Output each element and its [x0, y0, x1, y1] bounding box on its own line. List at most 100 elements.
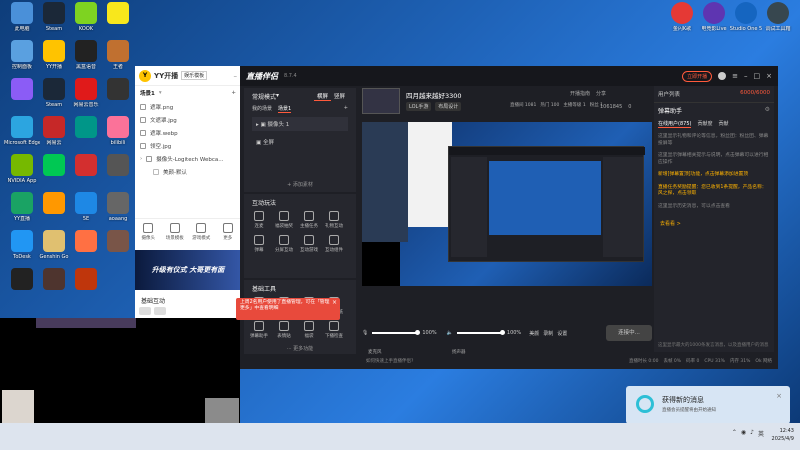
source-item[interactable]: 文遮罩.jpg [135, 113, 241, 126]
tab-scene-1[interactable]: 场景1 [278, 105, 292, 113]
source-item[interactable]: 遮罩.png [135, 100, 241, 113]
network-icon[interactable]: ◉ [741, 429, 746, 438]
desktop-icon[interactable]: 此电脑 [4, 2, 40, 32]
minimize-icon[interactable]: – [744, 72, 748, 80]
avatar[interactable] [718, 72, 727, 80]
desktop-icon[interactable] [68, 268, 104, 292]
desktop-icon[interactable]: Microsoft Edge [4, 116, 40, 146]
add-source-button[interactable]: + 添加素材 [244, 181, 356, 188]
source-item[interactable]: ▸ ▣ 摄像头 1 [252, 117, 348, 131]
desktop-icon[interactable]: bilibili [100, 116, 136, 146]
desktop-icon[interactable]: YY开播 [36, 40, 72, 70]
cover-thumbnail[interactable] [362, 88, 400, 114]
speaker-icon[interactable]: 🔈 [447, 330, 453, 336]
tool-button[interactable]: 弹幕 [250, 235, 268, 253]
yy-tool-button[interactable]: 摄像头 [139, 223, 157, 246]
yy-tool-button[interactable]: 场景模板 [166, 223, 184, 246]
yy-mode[interactable]: 娱乐模板 [181, 71, 208, 80]
desktop-icon[interactable]: 黑盒语音 [68, 40, 104, 70]
desktop-icon[interactable] [100, 2, 136, 26]
desktop-icon[interactable]: aoaang [100, 192, 136, 222]
desktop-icon[interactable] [68, 116, 104, 140]
desktop-icon[interactable] [36, 192, 72, 216]
desktop-icon[interactable] [4, 78, 40, 102]
desktop-icon[interactable] [36, 154, 72, 178]
desktop-icon[interactable] [100, 154, 136, 178]
share-link[interactable]: 分享 [596, 90, 606, 97]
start-live-button[interactable]: 连接中... [606, 325, 652, 341]
vote-icon[interactable] [154, 307, 166, 315]
desktop-icon[interactable]: Steam [36, 78, 72, 108]
desktop-icon[interactable]: YY直播 [4, 192, 40, 222]
more-tools-button[interactable]: ··· 更多功能 [244, 345, 356, 352]
check-icon[interactable] [140, 129, 146, 136]
close-icon[interactable]: × [332, 300, 337, 306]
tool-button[interactable]: 表情贴 [275, 321, 293, 339]
menu-icon[interactable]: ≡ [732, 72, 738, 80]
tab-contribution[interactable]: 贡献度 [697, 120, 712, 128]
desktop-icon[interactable]: 控制面板 [4, 40, 40, 70]
desktop-icon[interactable] [100, 78, 136, 102]
volume-icon[interactable]: ♪ [750, 429, 754, 438]
minimize-icon[interactable]: – [234, 72, 238, 80]
desktop-icon[interactable] [68, 230, 104, 254]
tool-button[interactable]: 互动组件 [325, 235, 343, 253]
desktop-icon[interactable]: Genshin Go [36, 230, 72, 260]
check-icon[interactable] [146, 155, 153, 162]
tool-button[interactable]: 分屏互动 [275, 235, 293, 253]
desktop-icon[interactable]: Steam [36, 2, 72, 32]
desktop-icon[interactable] [4, 268, 40, 292]
mic-slider[interactable] [372, 330, 421, 335]
beauty-button[interactable]: 美颜 [529, 330, 539, 337]
desktop-icon[interactable]: Studio One 5 [728, 2, 764, 32]
source-item-camera[interactable]: › 摄像头-Logitech Webca... [135, 152, 241, 165]
promo-banner[interactable]: 升级有仪式 大哥更有面 [135, 250, 241, 290]
desktop-icon[interactable]: KOOK [68, 2, 104, 32]
live-title[interactable]: 四月越来越好3300 [406, 90, 462, 100]
desktop-icon[interactable]: 网易云 [36, 116, 72, 146]
tool-button[interactable]: 下播检查 [325, 321, 343, 339]
mode-select[interactable]: 常规模式 [252, 92, 276, 101]
source-item[interactable]: 领空.jpg [135, 139, 241, 152]
help-link[interactable]: 如何快速上手直播伴侣? [366, 358, 413, 364]
check-icon[interactable] [140, 142, 146, 149]
source-item[interactable]: 遮罩.webp [135, 126, 241, 139]
desktop-icon[interactable]: ToDesk [4, 230, 40, 260]
settings-icon[interactable]: ⚙ [765, 106, 770, 115]
desktop-icon[interactable]: 王者 [100, 40, 136, 70]
check-icon[interactable] [140, 103, 146, 110]
tab-landscape[interactable]: 横屏 [313, 92, 331, 101]
tool-button[interactable]: 福袋 [300, 321, 318, 339]
chat-link[interactable]: 去看看 > [654, 220, 774, 227]
speaker-slider[interactable] [456, 330, 505, 335]
desktop-icon[interactable]: 电竞影Live [696, 2, 732, 32]
chat-input[interactable]: 这里显示最大的1000条发言消息，以及直播用户的消息 [658, 342, 770, 348]
tool-button[interactable]: 礼物互动 [325, 211, 343, 229]
tool-button[interactable]: 弹幕助手 [250, 321, 268, 339]
layout-tag[interactable]: 布局设计 [435, 102, 462, 111]
category-tag[interactable]: LOL手游 [406, 102, 432, 111]
tab-online[interactable]: 在线用户(875) [658, 120, 692, 128]
tool-button[interactable]: 福袋抽奖 [275, 211, 293, 229]
gift-icon[interactable] [139, 307, 151, 315]
add-scene-button[interactable]: + [344, 105, 348, 113]
source-item-beauty[interactable]: 美颜-默认 [135, 165, 241, 178]
desktop-icon[interactable]: 调试工具箱 [760, 2, 796, 32]
go-live-badge[interactable]: 立即开播 [682, 70, 713, 82]
tool-button[interactable]: 主播任务 [300, 211, 318, 229]
tab-gift[interactable]: 贡献 [718, 120, 728, 128]
yy-tool-button[interactable]: 更多 [219, 223, 237, 246]
guide-link[interactable]: 开播指南 [570, 90, 590, 97]
notification-toast[interactable]: 获得新的消息 直播会员提醒将由开始通知 × [626, 386, 790, 424]
check-icon[interactable] [140, 116, 146, 123]
tool-button[interactable]: 连麦 [250, 211, 268, 229]
desktop-icon[interactable]: NVIDIA App [4, 154, 40, 184]
scene-selector[interactable]: 场景1 ▾ + [135, 86, 241, 100]
maximize-icon[interactable]: □ [754, 72, 761, 80]
check-icon[interactable] [153, 168, 159, 175]
desktop-icon[interactable]: 5E [68, 192, 104, 222]
chevron-up-icon[interactable]: ⌃ [732, 429, 737, 438]
desktop-icon[interactable]: 网易云音乐 [68, 78, 104, 108]
settings-button[interactable]: 设置 [557, 330, 567, 337]
input-method[interactable]: 英 [758, 429, 764, 438]
